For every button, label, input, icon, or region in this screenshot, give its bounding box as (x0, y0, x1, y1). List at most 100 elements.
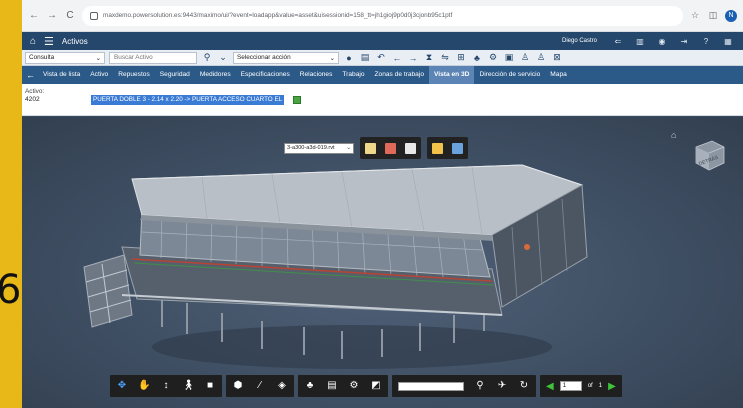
address-bar[interactable]: maxdemo.powersolution.es:9443/maximo/ui/… (82, 5, 683, 26)
structure-tree-icon[interactable]: ♣ (304, 380, 316, 392)
properties-icon[interactable]: ▤ (326, 380, 338, 392)
file-tools-group (427, 137, 468, 159)
settings-tools: ♣ ▤ ⚙ ◩ (298, 375, 388, 397)
viewcube[interactable]: DETRÁS (692, 137, 726, 173)
bulletins-icon[interactable]: ⇐ (611, 37, 625, 46)
app-titlebar: ⌂ ☰ Activos Diego Castro ⇐ ▥ ◉ ⇥ ? ▦ (22, 32, 743, 50)
page-input[interactable]: 1 (559, 381, 582, 391)
navigation-tools: ✥ ✋ ↕ 🚶︎ ■ (110, 375, 222, 397)
list-icon[interactable] (405, 142, 416, 154)
view-hierarchy-icon[interactable]: ⊞ (455, 52, 467, 63)
viewer-3d[interactable]: 3-a300-a3d-019.rvt ⌄ ⌂ DETRÁS ✥ ✋ ↕ 🚶︎ ■… (22, 117, 743, 408)
fly-to-icon[interactable]: ✈ (496, 380, 508, 392)
forward-arrow-icon[interactable]: → (46, 10, 58, 21)
tab-vista-en-3d[interactable]: Vista en 3D (429, 66, 475, 84)
signout-icon[interactable]: ⇥ (677, 37, 691, 46)
search-input[interactable] (109, 51, 197, 64)
browser-toolbar: ← → C maxdemo.powersolution.es:9443/maxi… (22, 0, 743, 32)
orbit-icon[interactable]: ✥ (116, 380, 128, 392)
action-select-value: Seleccionar acción (237, 54, 291, 61)
page-total: 1 (598, 383, 603, 389)
long-description-icon[interactable] (293, 96, 301, 104)
previous-record-icon[interactable]: ← (391, 53, 403, 63)
fullscreen-icon[interactable]: ◩ (370, 380, 382, 392)
asset-description-field[interactable]: PUERTA DOBLE 3 - 2.14 x 2.20 -> PUERTA A… (91, 95, 285, 105)
save-view-icon[interactable] (452, 142, 463, 154)
person-icon[interactable]: ♙ (519, 52, 531, 63)
pagination-tools: ◀ 1 of 1 ▶ (540, 375, 622, 397)
next-record-icon[interactable]: → (407, 53, 419, 63)
site-info-icon[interactable] (90, 11, 98, 20)
user-name[interactable]: Diego Castro (562, 38, 597, 44)
pan-hand-icon[interactable]: ✋ (138, 380, 150, 392)
url-text: maxdemo.powersolution.es:9443/maximo/ui/… (103, 12, 453, 19)
action-select[interactable]: Seleccionar acción ⌄ (233, 51, 339, 64)
help-icon[interactable]: ? (699, 37, 713, 46)
save-icon[interactable]: ▤ (359, 52, 371, 63)
home-icon[interactable]: ⌂ (30, 36, 36, 47)
open-folder-icon[interactable] (432, 142, 443, 154)
move-asset-icon[interactable]: ⇋ (439, 52, 451, 63)
sidebar-icon[interactable]: ◫ (707, 10, 719, 21)
app-toolbar: Consulta ⌄ ⚲ ⌄ Seleccionar acción ⌄ ● ▤ … (22, 50, 743, 66)
profile-avatar-icon[interactable]: N (725, 9, 737, 22)
search-icon[interactable]: ⚲ (201, 52, 213, 63)
reports-icon[interactable]: ▥ (633, 37, 647, 46)
tab-mapa[interactable]: Mapa (545, 66, 572, 84)
document-icon[interactable] (365, 142, 376, 154)
building-model[interactable] (22, 117, 743, 408)
tab-vista-de-lista[interactable]: Vista de lista (38, 66, 85, 84)
refresh-icon[interactable]: ↻ (518, 380, 530, 392)
reload-icon[interactable]: C (64, 10, 76, 21)
model-tools-group (360, 137, 421, 159)
apps-grid-icon[interactable]: ▦ (721, 37, 735, 46)
tab-medidores[interactable]: Medidores (195, 66, 236, 84)
page-edge: 6 (0, 0, 22, 408)
return-arrow-icon[interactable]: ← (26, 70, 35, 80)
viewer-top-toolbar: 3-a300-a3d-019.rvt ⌄ (284, 137, 468, 159)
bookmark-star-icon[interactable]: ☆ (689, 10, 701, 21)
next-page-arrow-icon[interactable]: ▶ (608, 381, 616, 392)
viewer-home-icon[interactable]: ⌂ (671, 130, 676, 140)
settings-icon[interactable]: ⚙ (487, 52, 499, 63)
walk-icon[interactable]: 🚶︎ (182, 380, 195, 392)
tab-zonas-de-trabajo[interactable]: Zonas de trabajo (370, 66, 430, 84)
tab-trabajo[interactable]: Trabajo (337, 66, 369, 84)
hamburger-menu-icon[interactable]: ☰ (44, 35, 54, 48)
drilldown-icon[interactable]: ♣ (471, 53, 483, 63)
tab-repuestos[interactable]: Repuestos (113, 66, 155, 84)
model-file-select[interactable]: 3-a300-a3d-019.rvt ⌄ (284, 142, 354, 154)
back-arrow-icon[interactable]: ← (28, 10, 40, 21)
group-icon[interactable]: ♙ (535, 52, 547, 63)
tab-dirección-de-servicio[interactable]: Dirección de servicio (474, 66, 545, 84)
asset-number-field[interactable]: 4202 (25, 96, 40, 103)
prev-page-arrow-icon[interactable]: ◀ (546, 381, 554, 392)
chevron-down-icon: ⌄ (329, 54, 335, 62)
page-of-label: of (587, 383, 593, 389)
clear-changes-icon[interactable]: ↶ (375, 52, 387, 63)
model-tools: ⬢ ∕ ◈ (226, 375, 294, 397)
close-icon[interactable]: ⊠ (551, 52, 563, 63)
tab-activo[interactable]: Activo (85, 66, 113, 84)
find-search-icon[interactable]: ⚲ (474, 380, 486, 392)
delete-icon[interactable] (385, 142, 396, 154)
tab-seguridad[interactable]: Seguridad (155, 66, 195, 84)
measure-icon[interactable]: ∕ (254, 380, 266, 392)
app-title: Activos (61, 36, 88, 46)
query-select[interactable]: Consulta ⌄ (25, 51, 105, 64)
search-options-chevron-icon[interactable]: ⌄ (217, 52, 229, 63)
dolly-icon[interactable]: ↕ (160, 380, 172, 392)
change-status-icon[interactable]: ⧗ (423, 52, 435, 63)
report-icon[interactable]: ▣ (503, 52, 515, 63)
edge-digit: 6 (0, 267, 22, 313)
chevron-down-icon: ⌄ (346, 144, 351, 151)
new-record-icon[interactable]: ● (343, 53, 355, 63)
profile-icon[interactable]: ◉ (655, 37, 669, 46)
explode-icon[interactable]: ◈ (276, 380, 288, 392)
find-input[interactable] (398, 381, 464, 391)
section-cube-icon[interactable]: ⬢ (232, 380, 244, 392)
tab-relaciones[interactable]: Relaciones (295, 66, 338, 84)
tab-especificaciones[interactable]: Especificaciones (236, 66, 295, 84)
camera-icon[interactable]: ■ (204, 380, 216, 392)
settings-gear-icon[interactable]: ⚙ (348, 380, 360, 392)
